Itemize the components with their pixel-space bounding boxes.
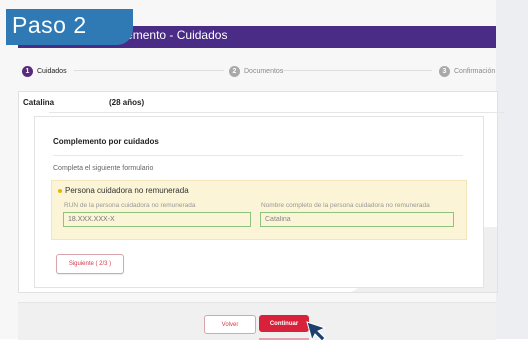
caregiver-name-input[interactable]	[260, 212, 454, 227]
step-label: Cuidados	[37, 67, 67, 75]
person-age: (28 años)	[109, 98, 145, 107]
progress-stepper: 1 Cuidados 2 Documentos 3 Confirmación	[18, 62, 496, 80]
step-label: Confirmación	[454, 67, 496, 75]
step-cuidados[interactable]: 1 Cuidados	[22, 62, 67, 80]
step-number-badge: 3	[439, 65, 450, 77]
person-name: Catalina	[23, 98, 55, 107]
footer-accent	[259, 338, 309, 340]
step-tag: Paso 2	[6, 9, 133, 45]
form-subtitle: Completa el siguiente formulario	[53, 165, 154, 172]
bullet-dot-icon	[58, 188, 62, 193]
stepper-line-1	[74, 70, 224, 71]
caregiver-section: Persona cuidadora no remunerada RUN de l…	[51, 180, 467, 240]
continue-button[interactable]: Continuar	[259, 315, 309, 332]
caregiver-section-heading: Persona cuidadora no remunerada	[58, 186, 189, 195]
complement-form-panel: Complemento por cuidados Completa el sig…	[34, 116, 484, 288]
footer-action-bar: Volver Continuar	[18, 302, 496, 342]
divider	[53, 155, 463, 156]
step-tag-label: Paso 2	[12, 12, 87, 38]
name-label: Nombre completo de la persona cuidadora …	[261, 202, 430, 209]
step-documentos[interactable]: 2 Documentos	[229, 62, 283, 80]
next-button[interactable]: Siguiente ( 2/3 )	[56, 254, 124, 274]
step-number-badge: 2	[229, 65, 240, 77]
step-label: Documentos	[244, 67, 284, 75]
run-label: RUN de la persona cuidadora no remunerad…	[64, 202, 196, 209]
right-gutter	[496, 0, 528, 339]
back-button[interactable]: Volver	[204, 315, 256, 334]
section-label: Persona cuidadora no remunerada	[65, 186, 189, 195]
form-title: Complemento por cuidados	[53, 137, 159, 146]
stepper-line-2	[282, 70, 432, 71]
person-tab-divider	[49, 112, 504, 113]
run-input[interactable]	[63, 212, 251, 227]
step-number-badge: 1	[22, 65, 33, 77]
step-confirmacion[interactable]: 3 Confirmación	[439, 62, 495, 80]
form-card: Catalina (28 años) Complemento por cuida…	[18, 91, 504, 293]
